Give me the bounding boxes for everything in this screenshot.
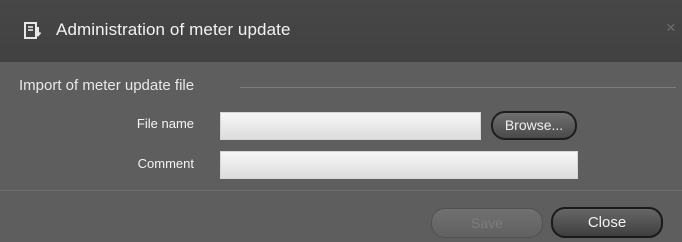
comment-input[interactable]	[220, 151, 578, 179]
save-button[interactable]: Save	[431, 208, 543, 238]
close-button[interactable]: Close	[551, 207, 663, 238]
dialog-titlebar: Administration of meter update ×	[0, 0, 682, 62]
meter-update-dialog: Administration of meter update × Import …	[0, 0, 682, 242]
dialog-title: Administration of meter update	[56, 20, 291, 39]
section-divider	[240, 87, 676, 88]
file-name-label: File name	[136, 116, 194, 131]
document-import-icon	[24, 22, 42, 39]
comment-label: Comment	[137, 156, 194, 171]
footer-divider	[0, 190, 682, 191]
file-name-input[interactable]	[220, 112, 481, 140]
section-title: Import of meter update file	[19, 77, 195, 94]
close-icon[interactable]: ×	[666, 18, 676, 38]
browse-button[interactable]: Browse...	[491, 111, 577, 140]
